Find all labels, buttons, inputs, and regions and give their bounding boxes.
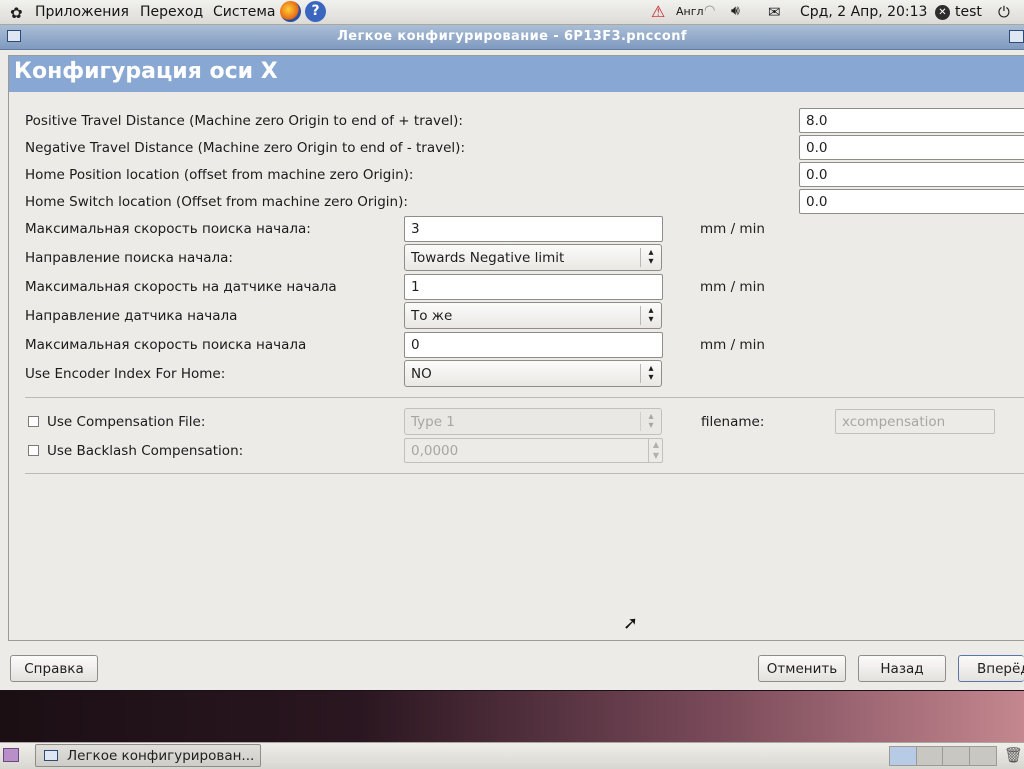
trash-icon[interactable]: 🗑︎ [1004, 746, 1023, 764]
workspace-4[interactable] [970, 747, 996, 765]
separator [25, 397, 1024, 398]
negative-travel-input[interactable]: 0.0 [799, 135, 1024, 160]
latch-velocity-input[interactable]: 1 [404, 274, 663, 300]
combo-updown-icon: ▴ ▾ [640, 412, 661, 431]
menu-places[interactable]: Переход [140, 4, 203, 20]
search-velocity-label: Максимальная скорость поиска начала: [25, 221, 311, 237]
taskbar-button-label: Легкое конфигурирован... [67, 748, 255, 764]
menu-system[interactable]: Система [213, 4, 275, 20]
page-title: Конфигурация оси X [14, 59, 278, 84]
shutdown-icon[interactable]: ⏻ [998, 3, 1010, 21]
positive-travel-label: Positive Travel Distance (Machine zero O… [25, 113, 463, 129]
back-button[interactable]: Назад [858, 655, 946, 682]
search-direction-combo[interactable]: Towards Negative limit ▴ ▾ [404, 244, 662, 271]
keyboard-layout-indicator[interactable]: Англ [676, 5, 704, 18]
workspace-switcher[interactable] [889, 746, 997, 766]
search-velocity-unit: mm / min [700, 221, 765, 237]
firefox-icon[interactable] [280, 1, 301, 22]
workspace-1[interactable] [890, 747, 917, 765]
home-position-input[interactable]: 0.0 [799, 162, 1024, 187]
search-velocity-input[interactable]: 3 [404, 216, 663, 242]
backlash-spin-input[interactable]: 0,0000 [404, 438, 663, 463]
help-button[interactable]: Справка [10, 655, 98, 682]
combo-updown-icon: ▴ ▾ [640, 248, 661, 267]
user-status-icon[interactable]: ✕ [935, 5, 950, 20]
top-panel: ✿ Приложения Переход Система ? ⚠ Англ ◠ … [0, 0, 1024, 25]
home-switch-label: Home Switch location (Offset from machin… [25, 194, 408, 210]
warning-icon[interactable]: ⚠ [651, 2, 665, 21]
mail-icon[interactable]: ✉ [768, 3, 781, 21]
search-direction-value: Towards Negative limit [411, 250, 565, 266]
volume-icon[interactable]: 🔊︎ [731, 3, 740, 19]
compensation-file-label: Use Compensation File: [47, 414, 206, 430]
encoder-index-value: NO [411, 366, 432, 382]
bottom-panel: Легкое конфигурирован... 🗑︎ [0, 742, 1024, 769]
clock[interactable]: Срд, 2 Апр, 20:13 [800, 4, 927, 20]
workspace-2[interactable] [917, 747, 943, 765]
window-titlebar[interactable]: Легкое конфигурирование - 6P13F3.pncconf [0, 25, 1024, 50]
help-icon[interactable]: ? [305, 1, 326, 22]
final-velocity-input[interactable]: 0 [404, 332, 663, 358]
show-desktop-icon[interactable] [3, 748, 19, 762]
latch-direction-combo[interactable]: То же ▴ ▾ [404, 302, 662, 329]
menu-applications[interactable]: Приложения [35, 4, 129, 20]
compensation-type-value: Type 1 [411, 414, 455, 430]
separator [25, 473, 1024, 474]
backlash-label: Use Backlash Compensation: [47, 443, 244, 459]
final-velocity-unit: mm / min [700, 337, 765, 353]
wifi-icon[interactable]: ◠ [704, 3, 715, 18]
latch-direction-value: То же [411, 308, 453, 324]
encoder-index-label: Use Encoder Index For Home: [25, 366, 226, 382]
window-title: Легкое конфигурирование - 6P13F3.pncconf [337, 29, 687, 44]
latch-velocity-unit: mm / min [700, 279, 765, 295]
user-name[interactable]: test [955, 4, 982, 20]
cancel-button[interactable]: Отменить [758, 655, 846, 682]
forward-button[interactable]: Вперёд [958, 655, 1024, 682]
compensation-type-combo[interactable]: Type 1 ▴ ▾ [404, 408, 662, 435]
final-velocity-label: Максимальная скорость поиска начала [25, 337, 307, 353]
home-switch-input[interactable]: 0.0 [799, 189, 1024, 214]
workspace-3[interactable] [943, 747, 970, 765]
latch-direction-label: Направление датчика начала [25, 308, 238, 324]
encoder-index-combo[interactable]: NO ▴ ▾ [404, 360, 662, 387]
combo-updown-icon: ▴ ▾ [640, 364, 661, 383]
taskbar-button[interactable]: Легкое конфигурирован... [35, 744, 261, 767]
positive-travel-input[interactable]: 8.0 [799, 108, 1024, 133]
window-app-icon [44, 750, 58, 761]
negative-travel-label: Negative Travel Distance (Machine zero O… [25, 140, 465, 156]
backlash-checkbox[interactable] [28, 445, 39, 456]
mouse-cursor-icon: ➚ [623, 613, 639, 634]
ubuntu-logo-icon[interactable]: ✿ [10, 4, 23, 22]
filename-label: filename: [701, 414, 765, 430]
home-position-label: Home Position location (offset from mach… [25, 167, 414, 183]
desktop-background [0, 691, 1024, 742]
spin-arrows-icon[interactable]: ▲ ▼ [648, 439, 663, 462]
compensation-file-checkbox[interactable] [28, 416, 39, 427]
combo-updown-icon: ▴ ▾ [640, 306, 661, 325]
window-control-icon[interactable] [1009, 30, 1024, 43]
filename-input[interactable]: xcompensation [835, 409, 995, 434]
search-direction-label: Направление поиска начала: [25, 250, 233, 266]
latch-velocity-label: Максимальная скорость на датчике начала [25, 279, 337, 295]
